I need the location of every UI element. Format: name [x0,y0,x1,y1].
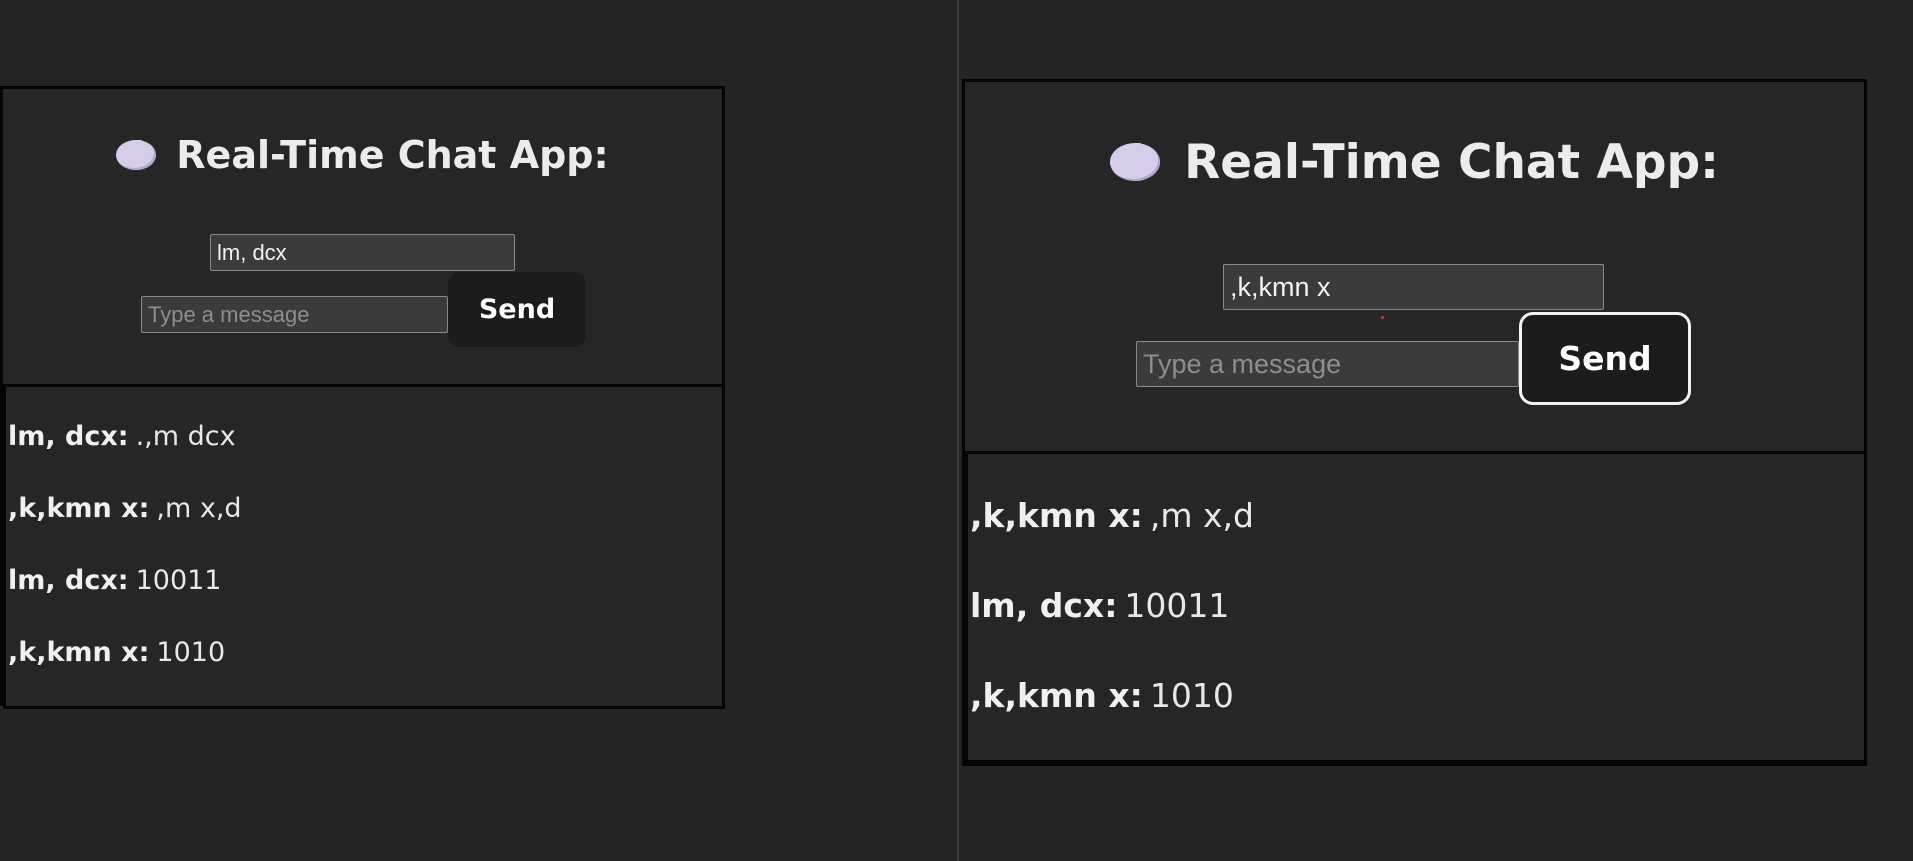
right-browser-pane: Real-Time Chat App: Send ,k,kmn x:,m x,d… [959,0,1913,861]
message-list: lm, dcx: .,m dcx ,k,kmn x: ,m x,d lm, dcx:… [3,384,725,709]
message-text: ,m x,d [1149,496,1254,535]
message-item: ,k,kmn x: ,m x,d [970,496,1254,535]
message-text: .,m dcx [135,421,236,452]
message-text: 1010 [156,637,226,668]
mouse-cursor [1381,316,1384,319]
send-button[interactable]: Send [448,272,586,347]
message-sender: lm, dcx: [970,586,1118,625]
message-list: ,k,kmn x: ,m x,d lm, dcx: 10011 ,k,kmn x: 1… [965,451,1867,763]
message-sender: ,k,kmn x: [8,637,150,668]
page-title: Real-Time Chat App: [965,135,1864,190]
message-text: ,m x,d [156,493,242,524]
message-sender: lm, dcx: [8,565,129,596]
chat-app: Real-Time Chat App: Send lm, dcx:.,m dcx… [0,86,725,709]
message-text: 1010 [1149,676,1234,715]
speech-bubble-icon [116,139,157,170]
chat-header: Real-Time Chat App: Send [965,82,1864,454]
message-input[interactable] [141,296,448,333]
message-sender: ,k,kmn x: [970,496,1143,535]
send-button[interactable]: Send [1519,312,1691,405]
left-browser-pane: Real-Time Chat App: Send lm, dcx:.,m dcx… [0,0,957,861]
message-text: 10011 [1124,586,1230,625]
chat-app: Real-Time Chat App: Send ,k,kmn x:,m x,d… [962,79,1867,766]
message-item: lm, dcx: 10011 [8,565,222,596]
name-input[interactable] [210,234,515,271]
speech-bubble-icon [1110,142,1161,181]
page-title: Real-Time Chat App: [3,133,722,177]
message-item: lm, dcx: 10011 [970,586,1229,625]
message-item: ,k,kmn x: 1010 [970,676,1234,715]
message-item: lm, dcx: .,m dcx [8,421,236,452]
message-input[interactable] [1136,341,1519,387]
message-text: 10011 [135,565,222,596]
message-sender: ,k,kmn x: [970,676,1143,715]
message-item: ,k,kmn x: ,m x,d [8,493,242,524]
message-sender: ,k,kmn x: [8,493,150,524]
message-sender: lm, dcx: [8,421,129,452]
message-item: ,k,kmn x: 1010 [8,637,225,668]
name-input[interactable] [1223,264,1604,310]
chat-header: Real-Time Chat App: Send [3,89,722,387]
